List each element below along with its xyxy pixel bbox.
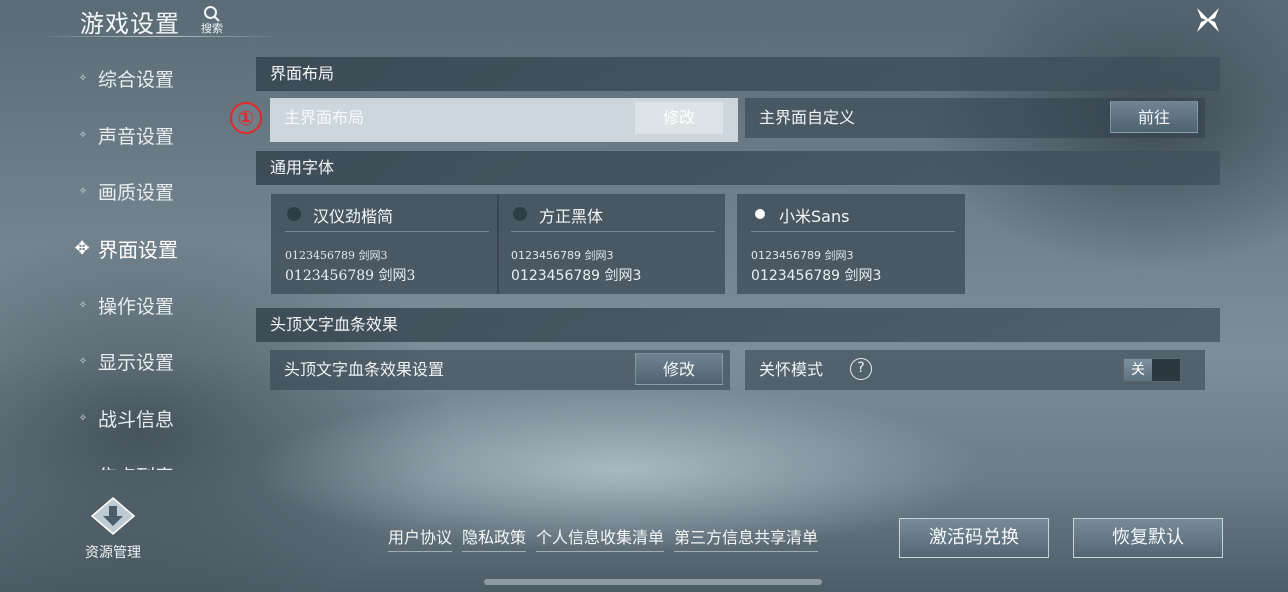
sidebar: ✧ 综合设置 ✧ 声音设置 ✧ 画质设置 ✥ 界面设置 ✧ 操作设置 ✧ 显示设置 ✧ 战斗信… xyxy=(70,50,240,470)
toggle-state-label: 关 xyxy=(1124,359,1152,381)
resource-manager-button[interactable]: 资源管理 xyxy=(78,496,148,562)
close-button[interactable] xyxy=(1193,5,1223,35)
hp-bar-setting-row: 头顶文字血条效果设置 修改 xyxy=(270,350,730,390)
diamond-icon: ✧ xyxy=(78,186,88,198)
restore-defaults-button[interactable]: 恢复默认 xyxy=(1073,518,1223,558)
sidebar-item-label: 显示设置 xyxy=(98,352,175,375)
care-mode-toggle[interactable]: 关 xyxy=(1123,358,1181,382)
hp-bar-setting-label: 头顶文字血条效果设置 xyxy=(284,360,445,379)
main-custom-row: 主界面自定义 前往 xyxy=(745,98,1205,138)
font-name: 方正黑体 xyxy=(539,207,604,226)
help-icon[interactable]: ? xyxy=(850,358,872,380)
link-personal-info-list[interactable]: 个人信息收集清单 xyxy=(536,524,665,552)
sidebar-item-label: 综合设置 xyxy=(98,68,175,91)
link-third-party-sharing[interactable]: 第三方信息共享清单 xyxy=(674,524,819,552)
sidebar-item-focus-list[interactable]: ✧焦点列表 xyxy=(70,447,240,470)
sidebar-item-sound[interactable]: ✧ 声音设置 xyxy=(70,107,240,164)
sidebar-item-label: 界面设置 xyxy=(98,237,178,262)
home-indicator[interactable] xyxy=(484,579,822,585)
font-name: 小米Sans xyxy=(779,207,850,226)
font-option-fangzheng[interactable]: 方正黑体 0123456789 剑网3 0123456789 剑网3 xyxy=(497,194,725,294)
font-option-hanyi[interactable]: 汉仪劲楷简 0123456789 剑网3 0123456789 剑网3 xyxy=(271,194,499,294)
diamond-icon: ✧ xyxy=(78,412,88,424)
main-layout-label: 主界面布局 xyxy=(284,108,365,127)
resource-manager-label: 资源管理 xyxy=(85,545,141,561)
main-layout-modify-button[interactable]: 修改 xyxy=(635,102,723,134)
sidebar-item-combat-info[interactable]: ✧ 战斗信息 xyxy=(70,390,240,447)
font-sample-small: 0123456789 剑网3 xyxy=(285,249,388,262)
link-user-agreement[interactable]: 用户协议 xyxy=(388,524,453,552)
title-divider xyxy=(40,36,280,37)
close-icon xyxy=(1197,8,1219,32)
font-option-mi-sans[interactable]: 小米Sans 0123456789 剑网3 0123456789 剑网3 xyxy=(737,194,965,294)
font-sample-large: 0123456789 剑网3 xyxy=(751,268,882,284)
main-layout-row: 主界面布局 修改 xyxy=(270,98,738,142)
main-custom-label: 主界面自定义 xyxy=(759,108,856,127)
sidebar-item-label: 声音设置 xyxy=(98,125,175,148)
sidebar-item-general[interactable]: ✧ 综合设置 xyxy=(70,50,240,107)
sidebar-item-label: 焦点列表 xyxy=(98,462,174,470)
section-header-layout: 界面布局 xyxy=(256,57,1220,91)
sidebar-item-controls[interactable]: ✧ 操作设置 xyxy=(70,277,240,334)
care-mode-label: 关怀模式 xyxy=(759,360,824,379)
hp-bar-modify-button[interactable]: 修改 xyxy=(635,353,723,385)
radio-selected[interactable] xyxy=(755,209,765,219)
radio-unselected[interactable] xyxy=(513,207,527,221)
download-diamond-icon xyxy=(90,497,136,535)
settings-screen: 游戏设置 搜索 ✧ 综合设置 ✧ 声音设置 ✧ 画质设置 ✥ 界面设置 ✧ 操作设置 ✧ 显… xyxy=(0,0,1288,592)
diamond-icon: ✧ xyxy=(78,356,88,368)
font-sample-large: 0123456789 剑网3 xyxy=(511,268,642,284)
divider xyxy=(285,231,489,232)
font-sample-large: 0123456789 剑网3 xyxy=(285,268,416,284)
link-privacy-policy[interactable]: 隐私政策 xyxy=(462,524,527,552)
search-button[interactable]: 搜索 xyxy=(196,5,228,37)
diamond-icon: ✧ xyxy=(78,299,88,311)
footer-links: 用户协议 隐私政策 个人信息收集清单 第三方信息共享清单 xyxy=(388,524,819,552)
care-mode-row: 关怀模式 ? 关 xyxy=(745,350,1205,390)
active-diamond-icon: ✥ xyxy=(74,237,90,259)
section-header-font: 通用字体 xyxy=(256,151,1220,185)
divider xyxy=(751,231,955,232)
font-sample-small: 0123456789 剑网3 xyxy=(511,249,614,262)
sidebar-item-display[interactable]: ✧ 显示设置 xyxy=(70,333,240,390)
sidebar-item-graphics[interactable]: ✧ 画质设置 xyxy=(70,163,240,220)
main-custom-go-button[interactable]: 前往 xyxy=(1110,101,1198,133)
step-badge: ① xyxy=(230,102,262,134)
section-header-hp-bar: 头顶文字血条效果 xyxy=(256,308,1220,342)
diamond-icon: ✧ xyxy=(78,129,88,141)
divider xyxy=(511,231,715,232)
redeem-code-button[interactable]: 激活码兑换 xyxy=(899,518,1049,558)
sidebar-item-label: 画质设置 xyxy=(98,182,175,205)
font-sample-small: 0123456789 剑网3 xyxy=(751,249,854,262)
sidebar-item-label: 操作设置 xyxy=(98,295,175,318)
page-title: 游戏设置 xyxy=(80,10,180,38)
diamond-icon: ✧ xyxy=(78,72,88,84)
sidebar-item-interface[interactable]: ✥ 界面设置 xyxy=(70,220,240,277)
font-name: 汉仪劲楷简 xyxy=(313,207,394,226)
radio-unselected[interactable] xyxy=(287,207,301,221)
sidebar-item-label: 战斗信息 xyxy=(98,408,175,431)
search-icon xyxy=(204,6,220,22)
search-label: 搜索 xyxy=(201,22,223,35)
